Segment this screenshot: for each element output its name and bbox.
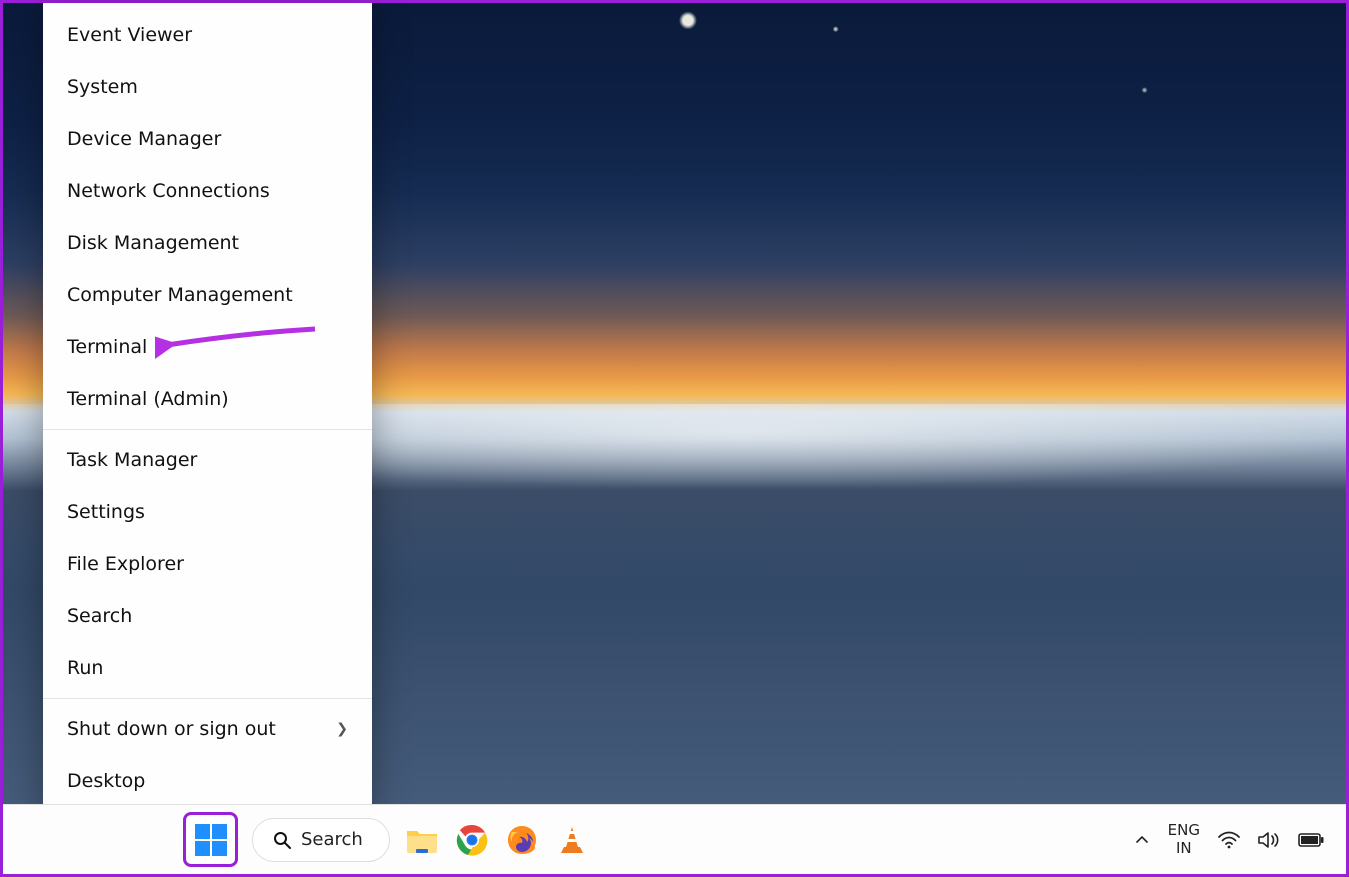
menu-item-label: System — [67, 76, 138, 98]
start-button[interactable] — [183, 812, 238, 867]
menu-item-label: Disk Management — [67, 232, 239, 254]
taskbar-app-chrome[interactable] — [454, 822, 490, 858]
menu-item-search[interactable]: Search — [43, 590, 372, 642]
menu-item-terminal-admin[interactable]: Terminal (Admin) — [43, 373, 372, 425]
screenshot-frame: Event Viewer System Device Manager Network … — [0, 0, 1349, 877]
tray-overflow-icon[interactable] — [1134, 832, 1150, 848]
chrome-icon — [456, 824, 488, 856]
menu-item-label: Search — [67, 605, 132, 627]
menu-item-label: Terminal — [67, 336, 147, 358]
taskbar-search[interactable]: Search — [252, 818, 390, 862]
menu-item-run[interactable]: Run — [43, 642, 372, 694]
menu-item-shut-down-or-sign-out[interactable]: Shut down or sign out ❯ — [43, 703, 372, 755]
language-top: ENG — [1168, 822, 1200, 839]
menu-separator — [43, 698, 372, 699]
menu-item-label: Shut down or sign out — [67, 718, 276, 740]
menu-item-device-manager[interactable]: Device Manager — [43, 113, 372, 165]
menu-item-label: File Explorer — [67, 553, 184, 575]
menu-item-label: Network Connections — [67, 180, 270, 202]
taskbar-app-firefox[interactable] — [504, 822, 540, 858]
menu-item-network-connections[interactable]: Network Connections — [43, 165, 372, 217]
menu-item-label: Computer Management — [67, 284, 293, 306]
volume-icon[interactable] — [1258, 831, 1280, 849]
menu-item-label: Settings — [67, 501, 145, 523]
vlc-icon — [557, 825, 587, 855]
menu-item-label: Device Manager — [67, 128, 221, 150]
menu-item-label: Task Manager — [67, 449, 197, 471]
menu-item-desktop[interactable]: Desktop — [43, 755, 372, 807]
start-context-menu: Event Viewer System Device Manager Network … — [43, 3, 372, 813]
system-tray: ENG IN — [1134, 822, 1346, 857]
taskbar-app-file-explorer[interactable] — [404, 822, 440, 858]
menu-item-file-explorer[interactable]: File Explorer — [43, 538, 372, 590]
chevron-right-icon: ❯ — [336, 721, 348, 737]
menu-separator — [43, 429, 372, 430]
menu-item-label: Desktop — [67, 770, 145, 792]
menu-item-computer-management[interactable]: Computer Management — [43, 269, 372, 321]
battery-icon[interactable] — [1298, 832, 1324, 848]
menu-item-label: Terminal (Admin) — [67, 388, 229, 410]
wifi-icon[interactable] — [1218, 831, 1240, 849]
menu-item-task-manager[interactable]: Task Manager — [43, 434, 372, 486]
menu-item-event-viewer[interactable]: Event Viewer — [43, 9, 372, 61]
firefox-icon — [506, 824, 538, 856]
menu-item-system[interactable]: System — [43, 61, 372, 113]
search-icon — [273, 831, 291, 849]
language-indicator[interactable]: ENG IN — [1168, 822, 1200, 857]
windows-logo-icon — [194, 823, 228, 857]
menu-item-terminal[interactable]: Terminal — [43, 321, 372, 373]
taskbar-search-label: Search — [301, 829, 363, 850]
file-explorer-icon — [405, 825, 439, 855]
taskbar-app-vlc[interactable] — [554, 822, 590, 858]
menu-item-settings[interactable]: Settings — [43, 486, 372, 538]
language-bottom: IN — [1168, 840, 1200, 857]
menu-item-disk-management[interactable]: Disk Management — [43, 217, 372, 269]
taskbar: Search — [3, 804, 1346, 874]
menu-item-label: Event Viewer — [67, 24, 192, 46]
menu-item-label: Run — [67, 657, 103, 679]
